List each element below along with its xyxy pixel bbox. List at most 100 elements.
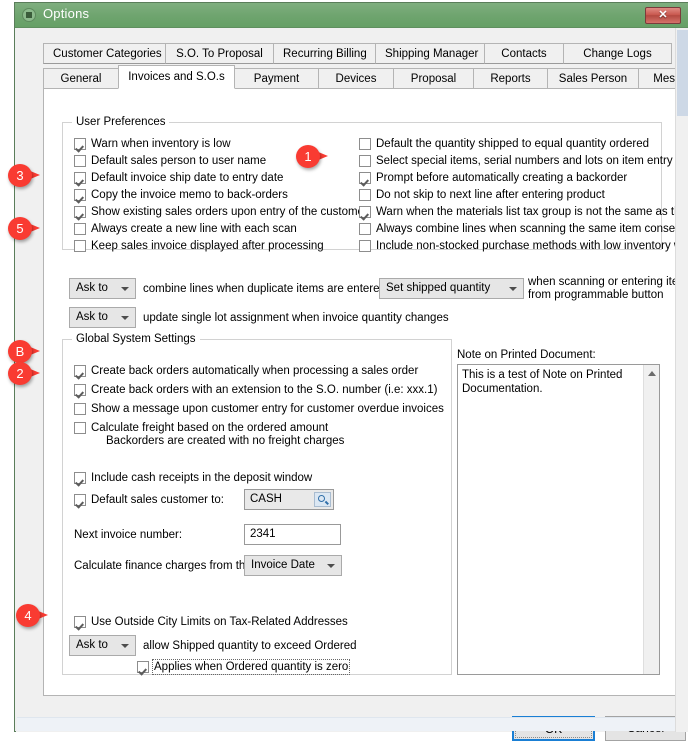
gss-checkbox-b-0[interactable]: Include cash receipts in the deposit win… — [74, 472, 312, 486]
user-pref-left-checkbox-5[interactable]: Always create a new line with each scan — [74, 223, 297, 237]
lot-assignment-dropdown[interactable]: Ask to — [69, 307, 136, 328]
user-pref-right-checkbox-label-3: Do not skip to next line after entering … — [376, 189, 605, 201]
user-pref-right-checkbox-1[interactable]: Select special items, serial numbers and… — [359, 155, 673, 169]
user-pref-right-checkbox-label-6: Include non-stocked purchase methods wit… — [376, 240, 676, 252]
checkbox-box — [359, 155, 371, 167]
default-sales-customer-field[interactable]: CASH — [244, 489, 334, 510]
programmable-button-action-value: Set shipped quantity — [386, 282, 491, 294]
programmable-button-text-line1: when scanning or entering item — [528, 276, 677, 288]
tab-row-lower: General Invoices and S.O.s Payment Devices P… — [43, 65, 688, 89]
chevron-down-icon — [327, 564, 335, 568]
tab-change-logs[interactable]: Change Logs — [563, 43, 672, 64]
checkbox-box — [74, 240, 86, 252]
tab-shipping-manager[interactable]: Shipping Manager — [375, 43, 485, 64]
user-pref-right-checkbox-label-4: Warn when the materials list tax group i… — [376, 206, 676, 218]
user-pref-right-checkbox-label-5: Always combine lines when scanning the s… — [376, 223, 676, 235]
user-pref-right-checkbox-3[interactable]: Do not skip to next line after entering … — [359, 189, 605, 203]
default-sales-customer-value: CASH — [250, 493, 282, 505]
user-pref-left-checkbox-2[interactable]: Default invoice ship date to entry date — [74, 172, 283, 186]
gss-checkbox-2[interactable]: Show a message upon customer entry for c… — [74, 403, 444, 417]
close-button[interactable]: ✕ — [645, 7, 681, 24]
chevron-down-icon — [121, 287, 129, 291]
checkbox-box — [74, 422, 86, 434]
checkbox-box — [74, 206, 86, 218]
gss-checkbox-3[interactable]: Calculate freight based on the ordered a… — [74, 422, 328, 436]
note-text-content: This is a test of Note on Printed Docume… — [462, 369, 626, 395]
tab-strip: Customer Categories S.O. To Proposal Recur… — [43, 43, 688, 89]
checkbox-box — [74, 384, 86, 396]
window-scrollbar[interactable] — [675, 28, 688, 732]
checkbox-box — [137, 661, 149, 673]
checkbox-box — [359, 223, 371, 235]
user-pref-right-checkbox-5[interactable]: Always combine lines when scanning the s… — [359, 223, 676, 237]
user-pref-left-checkbox-6[interactable]: Keep sales invoice displayed after proce… — [74, 240, 324, 254]
checkbox-box — [74, 616, 86, 628]
gss-checkbox-label-0: Create back orders automatically when pr… — [91, 365, 419, 377]
outside-city-limits-checkbox[interactable]: Use Outside City Limits on Tax-Related A… — [74, 616, 348, 630]
user-pref-right-checkbox-0[interactable]: Default the quantity shipped to equal qu… — [359, 138, 649, 152]
note-scrollbar[interactable] — [643, 365, 659, 674]
next-invoice-number-field[interactable]: 2341 — [244, 524, 341, 545]
user-preferences-title: User Preferences — [72, 116, 170, 128]
search-icon[interactable] — [314, 492, 331, 507]
checkbox-box — [359, 172, 371, 184]
user-pref-right-checkbox-6[interactable]: Include non-stocked purchase methods wit… — [359, 240, 676, 254]
checkbox-box — [74, 189, 86, 201]
programmable-button-action-dropdown[interactable]: Set shipped quantity — [379, 278, 524, 299]
chevron-down-icon — [509, 287, 517, 291]
tab-general[interactable]: General — [43, 68, 119, 89]
exceed-ordered-dropdown[interactable]: Ask to — [69, 635, 136, 656]
checkbox-box — [74, 403, 86, 415]
user-pref-left-checkbox-3[interactable]: Copy the invoice memo to back-orders — [74, 189, 288, 203]
combine-lines-text: combine lines when duplicate items are e… — [143, 283, 390, 295]
tab-s-o-to-proposal[interactable]: S.O. To Proposal — [165, 43, 274, 64]
exceed-ordered-text: allow Shipped quantity to exceed Ordered — [143, 640, 357, 652]
tab-recurring-billing[interactable]: Recurring Billing — [273, 43, 376, 64]
scrollbar-thumb[interactable] — [677, 30, 688, 116]
default-sales-customer-checkbox[interactable]: Default sales customer to: — [74, 494, 224, 508]
note-panel-label: Note on Printed Document: — [457, 349, 596, 361]
tab-devices[interactable]: Devices — [318, 68, 394, 89]
note-textarea[interactable]: This is a test of Note on Printed Docume… — [457, 364, 660, 675]
user-pref-right-checkbox-2[interactable]: Prompt before automatically creating a b… — [359, 172, 627, 186]
checkbox-box — [359, 240, 371, 252]
user-pref-right-checkbox-label-2: Prompt before automatically creating a b… — [376, 172, 628, 184]
tab-proposal[interactable]: Proposal — [393, 68, 474, 89]
user-pref-left-checkbox-4[interactable]: Show existing sales orders upon entry of… — [74, 206, 368, 220]
dialog-client-area: Customer Categories S.O. To Proposal Recur… — [16, 28, 688, 741]
tab-reports[interactable]: Reports — [473, 68, 548, 89]
user-pref-right-checkbox-label-0: Default the quantity shipped to equal qu… — [376, 138, 649, 150]
checkbox-box — [359, 138, 371, 150]
next-invoice-number-value: 2341 — [250, 528, 276, 540]
lot-assignment-text: update single lot assignment when invoic… — [143, 312, 449, 324]
chevron-down-icon — [121, 316, 129, 320]
tab-sales-person[interactable]: Sales Person — [547, 68, 639, 89]
finance-charges-dropdown[interactable]: Invoice Date — [244, 555, 342, 576]
lot-assignment-dropdown-value: Ask to — [76, 311, 108, 323]
finance-charges-value: Invoice Date — [251, 559, 315, 571]
status-strip — [17, 717, 688, 731]
user-pref-left-checkbox-0[interactable]: Warn when inventory is low — [74, 138, 231, 152]
applies-when-ordered-zero-checkbox[interactable]: Applies when Ordered quantity is zero — [137, 659, 351, 675]
applies-when-ordered-zero-label: Applies when Ordered quantity is zero — [151, 659, 351, 675]
gss-checkbox-1[interactable]: Create back orders with an extension to … — [74, 384, 437, 398]
combine-lines-dropdown[interactable]: Ask to — [69, 278, 136, 299]
tab-payment[interactable]: Payment — [234, 68, 319, 89]
tab-contacts[interactable]: Contacts — [484, 43, 564, 64]
user-pref-right-checkbox-4[interactable]: Warn when the materials list tax group i… — [359, 206, 676, 220]
exceed-ordered-dropdown-value: Ask to — [76, 639, 108, 651]
gss-checkbox-0[interactable]: Create back orders automatically when pr… — [74, 365, 418, 379]
tab-customer-categories[interactable]: Customer Categories — [43, 43, 166, 64]
tab-invoices-and-s-o-s[interactable]: Invoices and S.O.s — [118, 65, 235, 89]
gss-checkbox-label-3: Calculate freight based on the ordered a… — [91, 422, 329, 434]
default-sales-customer-label: Default sales customer to: — [91, 494, 224, 506]
checkbox-box — [74, 365, 86, 377]
checkbox-box — [74, 223, 86, 235]
next-invoice-number-label: Next invoice number: — [74, 529, 183, 541]
freight-note-text: Backorders are created with no freight c… — [106, 435, 345, 447]
checkbox-box — [74, 138, 86, 150]
checkbox-box — [359, 206, 371, 218]
global-system-settings-title: Global System Settings — [72, 333, 200, 345]
chevron-up-icon[interactable] — [648, 371, 656, 376]
user-pref-left-checkbox-1[interactable]: Default sales person to user name — [74, 155, 266, 169]
